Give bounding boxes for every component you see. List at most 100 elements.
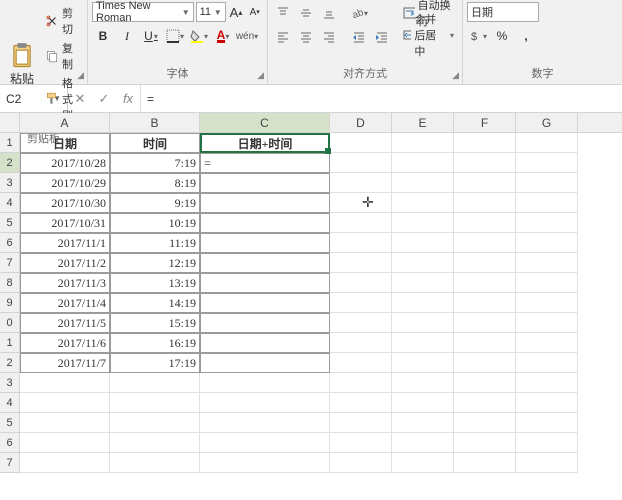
cell[interactable] [110,373,200,393]
row-header[interactable]: 6 [0,433,20,453]
increase-font-button[interactable]: A▴ [228,2,245,22]
orientation-button[interactable]: ab▾ [348,2,370,24]
cell[interactable] [330,353,392,373]
border-button[interactable]: ▾ [164,25,186,47]
col-header-E[interactable]: E [392,113,454,132]
font-expand-icon[interactable]: ◢ [257,70,264,81]
col-header-D[interactable]: D [330,113,392,132]
row-header[interactable]: 2 [0,153,20,173]
cell[interactable] [20,433,110,453]
cell[interactable]: 2017/10/31 [20,213,110,233]
cell[interactable] [454,213,516,233]
font-name-select[interactable]: Times New Roman ▼ [92,2,194,22]
cell[interactable] [200,313,330,333]
cell[interactable] [454,413,516,433]
cell[interactable] [454,373,516,393]
formula-input[interactable]: = [141,85,622,112]
cell[interactable] [330,173,392,193]
cell[interactable] [516,413,578,433]
cell[interactable] [392,173,454,193]
cell[interactable] [454,233,516,253]
merge-center-button[interactable]: 合并后居中 ▾ [399,24,458,46]
cell[interactable]: 12:19 [110,253,200,273]
cell[interactable] [392,273,454,293]
cell[interactable]: 2017/11/1 [20,233,110,253]
row-header[interactable]: 2 [0,353,20,373]
cell[interactable]: 8:19 [110,173,200,193]
paste-button[interactable]: 粘贴 [4,2,40,126]
cell[interactable] [516,153,578,173]
align-middle-button[interactable] [295,2,317,24]
cell[interactable] [20,373,110,393]
cell[interactable] [516,393,578,413]
cell[interactable] [392,213,454,233]
row-header[interactable]: 3 [0,173,20,193]
cell[interactable] [516,353,578,373]
col-header-F[interactable]: F [454,113,516,132]
cell[interactable] [392,253,454,273]
cell[interactable] [454,133,516,153]
cell[interactable] [330,333,392,353]
cell[interactable] [392,433,454,453]
cell[interactable] [330,153,392,173]
cell[interactable]: 15:19 [110,313,200,333]
cell[interactable] [200,453,330,473]
cell[interactable] [392,313,454,333]
cell[interactable]: 10:19 [110,213,200,233]
cell[interactable] [516,133,578,153]
cell[interactable] [200,393,330,413]
cell[interactable] [392,293,454,313]
increase-indent-button[interactable] [371,26,393,48]
row-header[interactable]: 8 [0,273,20,293]
cell[interactable] [200,433,330,453]
row-header[interactable]: 9 [0,293,20,313]
cell[interactable] [454,453,516,473]
row-header[interactable]: 1 [0,333,20,353]
cell[interactable] [454,173,516,193]
cell[interactable] [392,413,454,433]
row-header[interactable]: 5 [0,213,20,233]
cell[interactable]: 日期 [20,133,110,153]
cell[interactable] [330,133,392,153]
cell[interactable]: 2017/11/6 [20,333,110,353]
cell[interactable]: 13:19 [110,273,200,293]
row-header[interactable]: 5 [0,413,20,433]
cell[interactable] [392,353,454,373]
clipboard-expand-icon[interactable]: ◢ [77,70,84,81]
cell[interactable] [200,273,330,293]
fill-color-button[interactable]: ▾ [188,25,210,47]
cell[interactable] [516,373,578,393]
cell[interactable] [200,333,330,353]
cell[interactable] [330,313,392,333]
cell[interactable] [454,353,516,373]
cell[interactable] [330,413,392,433]
cell[interactable] [516,273,578,293]
cell[interactable] [330,253,392,273]
cell[interactable]: 2017/11/5 [20,313,110,333]
align-center-button[interactable] [295,26,317,48]
cell[interactable] [200,213,330,233]
cell[interactable]: 2017/10/29 [20,173,110,193]
cell[interactable]: 9:19 [110,193,200,213]
row-header[interactable]: 3 [0,373,20,393]
cell[interactable] [392,453,454,473]
cell[interactable] [516,293,578,313]
col-header-A[interactable]: A [20,113,110,132]
cell[interactable] [330,213,392,233]
cell[interactable]: 2017/10/30 [20,193,110,213]
cell[interactable] [516,453,578,473]
cell[interactable]: 2017/11/7 [20,353,110,373]
cell[interactable]: 时间 [110,133,200,153]
cell[interactable] [330,453,392,473]
cell[interactable] [454,293,516,313]
cell[interactable]: 2017/11/2 [20,253,110,273]
cell[interactable] [330,433,392,453]
cell[interactable] [516,313,578,333]
cell[interactable] [110,453,200,473]
cell[interactable] [20,413,110,433]
decrease-font-button[interactable]: A▾ [246,2,263,22]
cell[interactable]: 14:19 [110,293,200,313]
align-right-button[interactable] [318,26,340,48]
cell[interactable] [200,233,330,253]
align-left-button[interactable] [272,26,294,48]
